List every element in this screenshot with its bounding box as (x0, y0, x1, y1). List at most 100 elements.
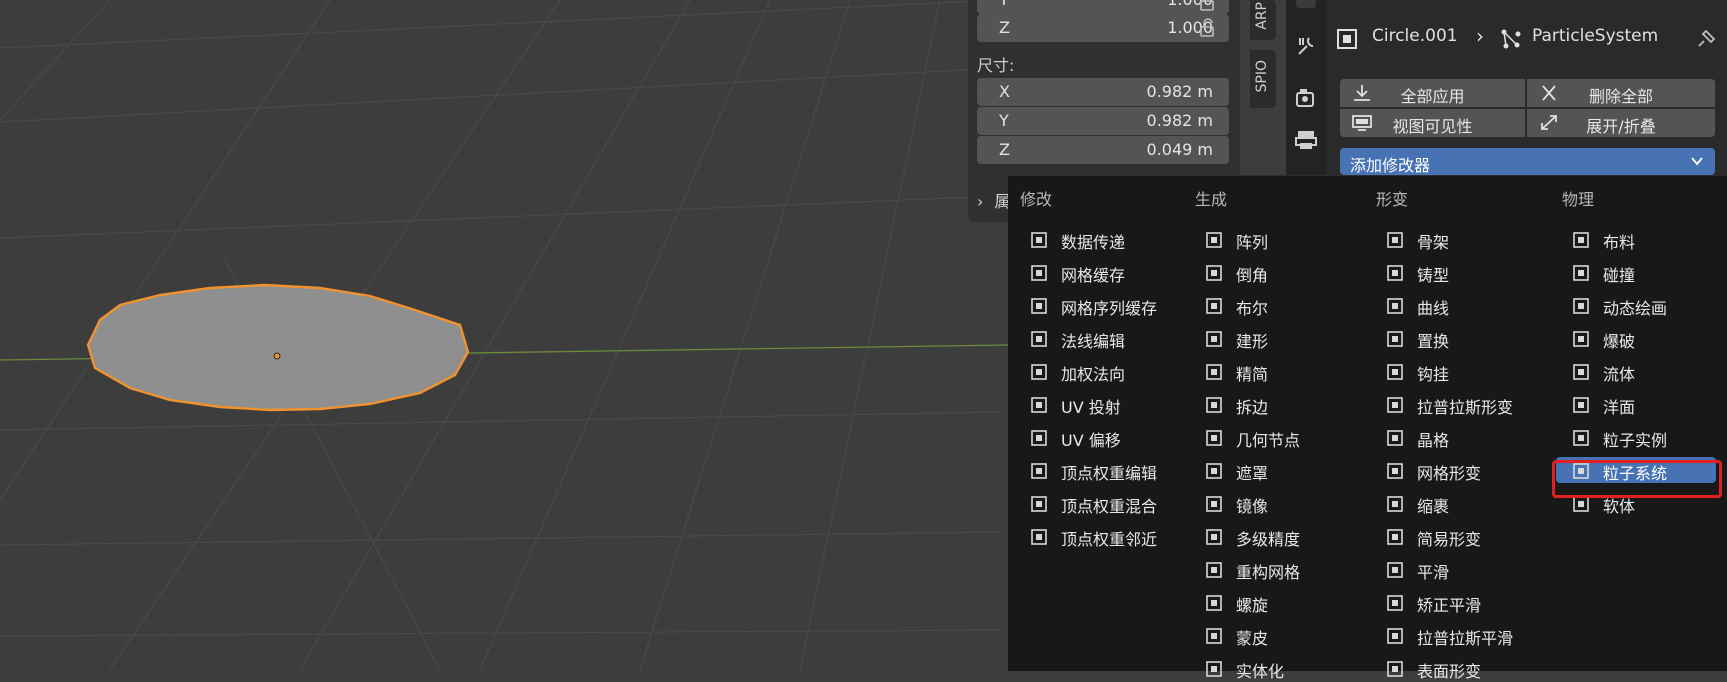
collapsed-properties-row[interactable]: › 属 (977, 188, 1011, 212)
menu-item-displace[interactable]: 置换 (1370, 325, 1545, 351)
menu-item-vertex-weight-edit[interactable]: 顶点权重编辑 (1014, 457, 1179, 483)
menu-item-mirror[interactable]: 镜像 (1189, 490, 1359, 516)
annotation-highlight-box (1552, 460, 1722, 498)
corrective-smooth-icon (1387, 595, 1403, 611)
apply-all-button[interactable]: 全部应用 (1340, 79, 1525, 107)
simple-deform-icon (1387, 529, 1403, 545)
menu-item-ocean[interactable]: 洋面 (1556, 391, 1716, 417)
menu-item-mesh-deform[interactable]: 网格形变 (1370, 457, 1545, 483)
menu-item-screw[interactable]: 螺旋 (1189, 589, 1359, 615)
menu-column-header: 物理 (1562, 190, 1595, 209)
menu-item-hook[interactable]: 钩挂 (1370, 358, 1545, 384)
properties-breadcrumb: Circle.001 › ParticleSystem (1326, 18, 1727, 60)
menu-item-surface-deform[interactable]: 表面形变 (1370, 655, 1545, 681)
dimension-x-field[interactable]: X 0.982 m (977, 78, 1229, 106)
button-label: 删除全部 (1588, 87, 1653, 106)
menu-item-build[interactable]: 建形 (1189, 325, 1359, 351)
menu-item-corrective-smooth[interactable]: 矫正平滑 (1370, 589, 1545, 615)
laplacian-deform-icon (1387, 397, 1403, 413)
menu-item-dynamic-paint[interactable]: 动态绘画 (1556, 292, 1716, 318)
output-icon[interactable] (1294, 128, 1318, 152)
menu-item-label: 法线编辑 (1061, 332, 1126, 351)
pin-icon[interactable] (1695, 28, 1717, 50)
menu-item-explode[interactable]: 爆破 (1556, 325, 1716, 351)
scale-z-field[interactable]: Z 1.000 (977, 14, 1229, 42)
menu-item-geometry-nodes[interactable]: 几何节点 (1189, 424, 1359, 450)
curve-icon (1387, 298, 1403, 314)
tab-spio[interactable]: SPIO (1250, 50, 1276, 108)
axis-label: X (999, 82, 1010, 101)
menu-item-label: 流体 (1603, 365, 1636, 384)
menu-item-mesh-sequence-cache[interactable]: 网格序列缓存 (1014, 292, 1179, 318)
menu-item-label: 平滑 (1417, 563, 1450, 582)
menu-item-label: 拉普拉斯平滑 (1417, 629, 1514, 648)
tool-settings-icon[interactable] (1294, 34, 1318, 58)
breadcrumb-modifier-name: ParticleSystem (1532, 26, 1659, 46)
delete-all-button[interactable]: 删除全部 (1527, 79, 1715, 107)
axis-label: Z (999, 18, 1010, 37)
menu-item-label: 洋面 (1603, 398, 1636, 417)
breadcrumb-separator-icon: › (1476, 24, 1484, 48)
menu-item-laplacian-smooth[interactable]: 拉普拉斯平滑 (1370, 622, 1545, 648)
menu-item-label: 骨架 (1417, 233, 1450, 252)
ocean-icon (1573, 397, 1589, 413)
menu-item-bevel[interactable]: 倒角 (1189, 259, 1359, 285)
menu-item-boolean[interactable]: 布尔 (1189, 292, 1359, 318)
menu-item-vertex-weight-proximity[interactable]: 顶点权重邻近 (1014, 523, 1179, 549)
add-modifier-dropdown[interactable]: 添加修改器 (1340, 148, 1715, 175)
menu-item-smooth[interactable]: 平滑 (1370, 556, 1545, 582)
mesh-cache-icon (1031, 265, 1047, 281)
viewport-visibility-button[interactable]: 视图可见性 (1340, 109, 1525, 137)
render-icon[interactable] (1294, 86, 1318, 110)
menu-item-label: 螺旋 (1236, 596, 1269, 615)
menu-item-uv-warp[interactable]: UV 偏移 (1014, 424, 1179, 450)
surface-deform-icon (1387, 661, 1403, 677)
menu-item-particle-instance[interactable]: 粒子实例 (1556, 424, 1716, 450)
dimension-y-field[interactable]: Y 0.982 m (977, 107, 1229, 135)
boolean-icon (1206, 298, 1222, 314)
menu-item-normal-edit[interactable]: 法线编辑 (1014, 325, 1179, 351)
menu-item-fluid[interactable]: 流体 (1556, 358, 1716, 384)
lattice-icon (1387, 430, 1403, 446)
unlock-icon[interactable] (1195, 18, 1217, 38)
menu-item-edge-split[interactable]: 拆边 (1189, 391, 1359, 417)
data-transfer-icon (1031, 232, 1047, 248)
menu-item-collision[interactable]: 碰撞 (1556, 259, 1716, 285)
scale-y-field[interactable]: Y 1.000 (977, 0, 1229, 14)
menu-item-remesh[interactable]: 重构网格 (1189, 556, 1359, 582)
menu-item-array[interactable]: 阵列 (1189, 226, 1359, 252)
menu-item-solidify[interactable]: 实体化 (1189, 655, 1359, 681)
menu-item-cast[interactable]: 铸型 (1370, 259, 1545, 285)
menu-item-multires[interactable]: 多级精度 (1189, 523, 1359, 549)
menu-item-label: 布料 (1603, 233, 1636, 252)
button-label: 视图可见性 (1392, 117, 1473, 136)
menu-item-armature[interactable]: 骨架 (1370, 226, 1545, 252)
menu-item-decimate[interactable]: 精简 (1189, 358, 1359, 384)
menu-item-skin[interactable]: 蒙皮 (1189, 622, 1359, 648)
menu-item-simple-deform[interactable]: 简易形变 (1370, 523, 1545, 549)
menu-item-label: 加权法向 (1061, 365, 1126, 384)
menu-column-header: 生成 (1195, 190, 1228, 209)
expand-collapse-button[interactable]: 展开/折叠 (1527, 109, 1715, 137)
dimension-z-field[interactable]: Z 0.049 m (977, 136, 1229, 164)
menu-item-data-transfer[interactable]: 数据传递 (1014, 226, 1179, 252)
axis-label: Y (999, 0, 1009, 9)
shrinkwrap-icon (1387, 496, 1403, 512)
menu-item-curve[interactable]: 曲线 (1370, 292, 1545, 318)
tool-tab-icon[interactable] (1294, 0, 1318, 24)
menu-item-shrinkwrap[interactable]: 缩裹 (1370, 490, 1545, 516)
menu-item-weighted-normal[interactable]: 加权法向 (1014, 358, 1179, 384)
menu-item-label: 蒙皮 (1236, 629, 1269, 648)
menu-item-laplacian-deform[interactable]: 拉普拉斯形变 (1370, 391, 1545, 417)
menu-item-mask[interactable]: 遮罩 (1189, 457, 1359, 483)
field-value: 0.982 m (1146, 82, 1213, 101)
lock-icon[interactable] (1195, 0, 1217, 12)
button-label: 展开/折叠 (1586, 117, 1656, 136)
menu-item-mesh-cache[interactable]: 网格缓存 (1014, 259, 1179, 285)
tab-arp[interactable]: ARP (1250, 0, 1276, 40)
menu-item-label: 曲线 (1417, 299, 1450, 318)
menu-item-uv-project[interactable]: UV 投射 (1014, 391, 1179, 417)
menu-item-cloth[interactable]: 布料 (1556, 226, 1716, 252)
menu-item-vertex-weight-mix[interactable]: 顶点权重混合 (1014, 490, 1179, 516)
menu-item-lattice[interactable]: 晶格 (1370, 424, 1545, 450)
